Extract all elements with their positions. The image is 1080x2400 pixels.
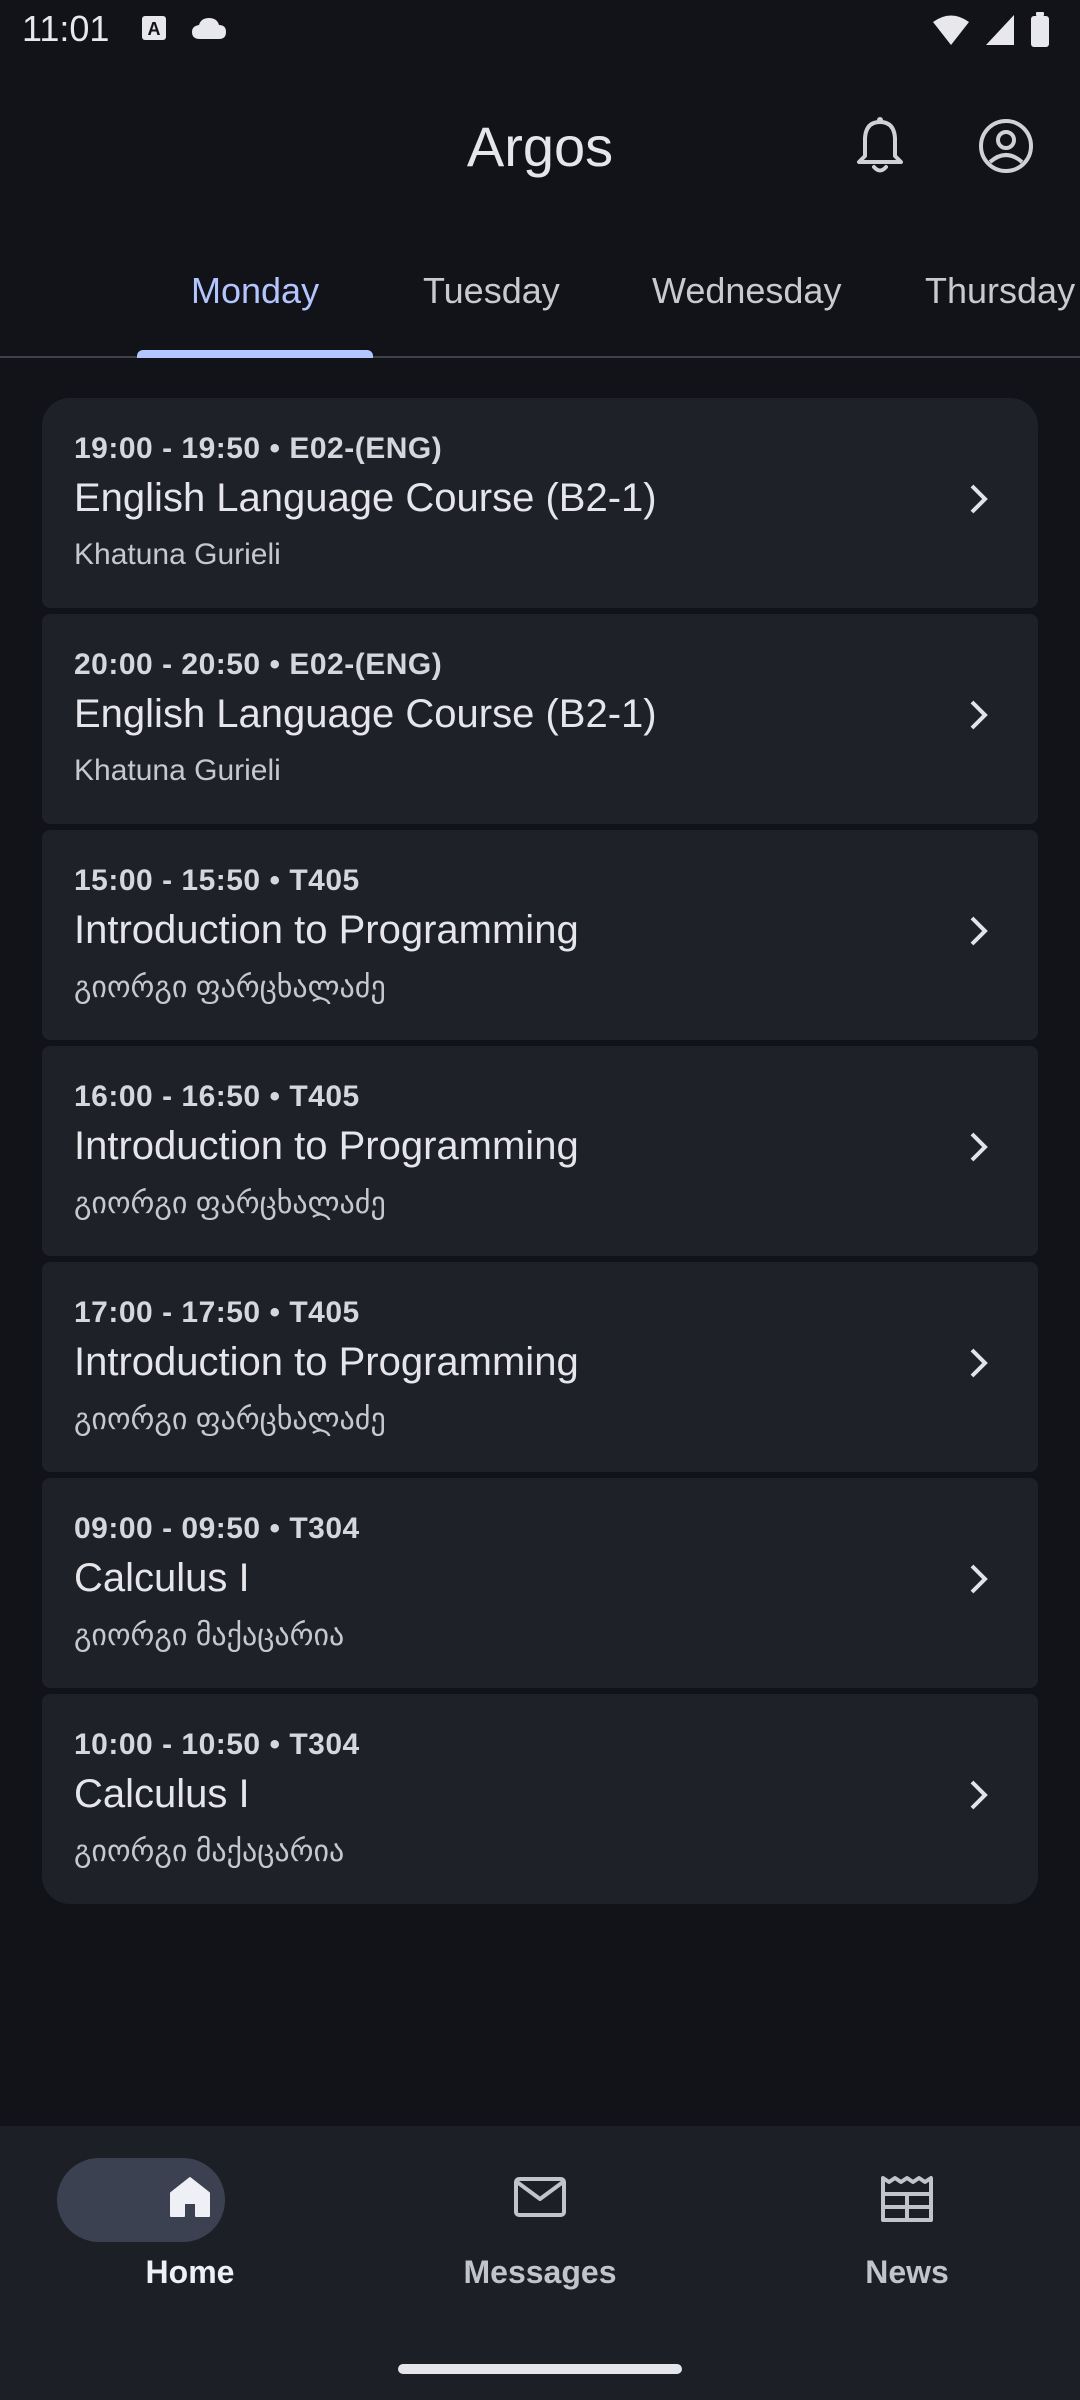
class-meta: 10:00 - 10:50 • T304 (74, 1728, 360, 1762)
nav-home-icon-wrap (10, 2174, 370, 2225)
class-time: 09:00 - 09:50 (74, 1512, 261, 1545)
tab-thursday[interactable]: Thursday (925, 270, 1075, 312)
nav-messages[interactable]: Messages (360, 2126, 720, 2326)
class-time: 19:00 - 19:50 (74, 432, 261, 465)
class-title: Introduction to Programming (74, 908, 579, 952)
class-time: 17:00 - 17:50 (74, 1296, 261, 1329)
tab-indicator (137, 350, 373, 358)
cloud-icon (192, 18, 226, 39)
chevron-right-icon (970, 484, 988, 514)
chevron-right-icon (970, 1348, 988, 1378)
day-tabs: Monday Tuesday Wednesday Thursday (0, 240, 1080, 358)
chevron-right-icon (970, 700, 988, 730)
nav-home[interactable]: Home (10, 2126, 370, 2326)
class-card[interactable]: 19:00 - 19:50 • E02-(ENG) English Langua… (42, 398, 1038, 608)
chevron-right-icon (970, 1132, 988, 1162)
class-card[interactable]: 16:00 - 16:50 • T405 Introduction to Pro… (42, 1046, 1038, 1256)
class-meta: 17:00 - 17:50 • T405 (74, 1296, 360, 1330)
chevron-right-icon (970, 1564, 988, 1594)
nav-messages-label: Messages (463, 2254, 617, 2290)
app-title: Argos (466, 115, 614, 178)
gesture-home-indicator[interactable] (398, 2364, 682, 2374)
class-room: T304 (289, 1512, 360, 1545)
account-icon[interactable] (978, 118, 1034, 174)
chevron-right-icon (970, 1780, 988, 1810)
tab-tuesday[interactable]: Tuesday (423, 270, 560, 312)
meta-separator: • (269, 864, 281, 897)
class-card[interactable]: 10:00 - 10:50 • T304 Calculus I გიორგი მ… (42, 1694, 1038, 1904)
class-teacher: გიორგი ფარცხალაძე (74, 1403, 386, 1436)
chevron-right-icon (970, 916, 988, 946)
bell-icon[interactable] (852, 116, 908, 178)
meta-separator: • (269, 1728, 281, 1761)
newspaper-icon (881, 2176, 933, 2222)
class-time: 10:00 - 10:50 (74, 1728, 261, 1761)
class-teacher: გიორგი ფარცხალაძე (74, 971, 386, 1004)
class-title: Calculus I (74, 1556, 250, 1600)
class-time: 16:00 - 16:50 (74, 1080, 261, 1113)
nav-news-label: News (865, 2254, 949, 2290)
meta-separator: • (269, 432, 281, 465)
class-room: T405 (289, 1296, 360, 1329)
meta-separator: • (269, 1512, 281, 1545)
tab-wednesday[interactable]: Wednesday (652, 270, 841, 312)
class-meta: 15:00 - 15:50 • T405 (74, 864, 360, 898)
class-meta: 20:00 - 20:50 • E02-(ENG) (74, 648, 442, 682)
class-teacher: Khatuna Gurieli (74, 754, 281, 787)
class-room: T304 (289, 1728, 360, 1761)
meta-separator: • (269, 1296, 281, 1329)
nav-home-label: Home (145, 2254, 235, 2290)
class-meta: 19:00 - 19:50 • E02-(ENG) (74, 432, 442, 466)
class-teacher: გიორგი მაქაცარია (74, 1619, 345, 1652)
class-room: T405 (289, 1080, 360, 1113)
class-title: Calculus I (74, 1772, 250, 1816)
class-card[interactable]: 20:00 - 20:50 • E02-(ENG) English Langua… (42, 614, 1038, 824)
class-room: T405 (289, 864, 360, 897)
status-bar: 11:01 A (0, 0, 1080, 64)
class-title: English Language Course (B2-1) (74, 692, 657, 736)
home-icon (170, 2177, 210, 2217)
meta-separator: • (269, 1080, 281, 1113)
mail-icon (514, 2177, 566, 2217)
status-icons-right (932, 12, 1050, 48)
class-card[interactable]: 09:00 - 09:50 • T304 Calculus I გიორგი მ… (42, 1478, 1038, 1688)
class-title: Introduction to Programming (74, 1124, 579, 1168)
meta-separator: • (269, 648, 281, 681)
nav-news[interactable]: News (727, 2126, 1080, 2326)
battery-icon (1031, 12, 1049, 47)
class-title: English Language Course (B2-1) (74, 476, 657, 520)
class-room: E02-(ENG) (289, 648, 443, 681)
svg-text:A: A (148, 19, 161, 39)
bottom-navigation: Home Messages News (0, 2126, 1080, 2400)
tab-monday[interactable]: Monday (191, 270, 319, 312)
class-teacher: გიორგი მაქაცარია (74, 1835, 345, 1868)
class-card[interactable]: 17:00 - 17:50 • T405 Introduction to Pro… (42, 1262, 1038, 1472)
class-card[interactable]: 15:00 - 15:50 • T405 Introduction to Pro… (42, 830, 1038, 1040)
text-a-icon: A (142, 16, 166, 40)
class-teacher: Khatuna Gurieli (74, 538, 281, 571)
nav-messages-icon-wrap (360, 2174, 720, 2225)
nav-news-icon-wrap (727, 2174, 1080, 2229)
class-room: E02-(ENG) (289, 432, 443, 465)
class-meta: 09:00 - 09:50 • T304 (74, 1512, 360, 1546)
wifi-icon (933, 15, 969, 45)
class-time: 15:00 - 15:50 (74, 864, 261, 897)
class-time: 20:00 - 20:50 (74, 648, 261, 681)
status-icons-left: A (140, 14, 228, 42)
signal-icon (986, 15, 1014, 45)
class-teacher: გიორგი ფარცხალაძე (74, 1187, 386, 1220)
top-app-bar: Argos (0, 64, 1080, 228)
status-time: 11:01 (22, 8, 110, 49)
class-title: Introduction to Programming (74, 1340, 579, 1384)
class-list: 19:00 - 19:50 • E02-(ENG) English Langua… (42, 398, 1038, 1910)
class-meta: 16:00 - 16:50 • T405 (74, 1080, 360, 1114)
